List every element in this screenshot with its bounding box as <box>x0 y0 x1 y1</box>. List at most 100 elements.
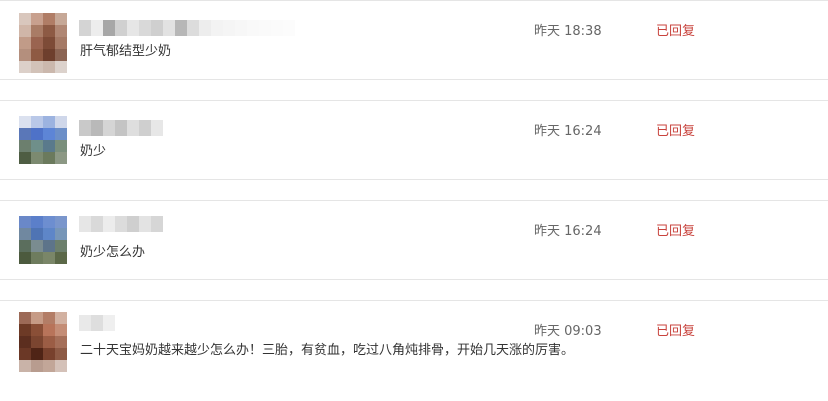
avatar-pixel <box>31 312 43 324</box>
avatar-pixel <box>31 324 43 336</box>
reply-status[interactable]: 已回复 <box>656 220 695 239</box>
blur-block <box>259 20 271 36</box>
avatar-pixel <box>55 25 67 37</box>
message-list: 肝气郁结型少奶 昨天 18:38 已回复 奶少 昨天 16:24 已回复 奶少怎… <box>0 0 828 401</box>
avatar-pixel <box>55 336 67 348</box>
avatar-pixel <box>43 13 55 25</box>
avatar-pixel <box>55 252 67 264</box>
blur-block <box>79 315 91 331</box>
avatar-pixel <box>43 140 55 152</box>
blur-block <box>151 20 163 36</box>
avatar-pixel <box>19 252 31 264</box>
avatar-pixel <box>43 152 55 164</box>
blur-block <box>91 120 103 136</box>
avatar-pixel <box>43 348 55 360</box>
blur-block <box>79 216 91 232</box>
blur-block <box>91 20 103 36</box>
blur-block <box>103 315 115 331</box>
avatar-pixel <box>55 240 67 252</box>
avatar-pixel <box>19 128 31 140</box>
message-row[interactable]: 肝气郁结型少奶 昨天 18:38 已回复 <box>0 0 828 80</box>
blur-block <box>163 20 175 36</box>
avatar-pixel <box>19 49 31 61</box>
avatar-pixel <box>43 116 55 128</box>
blurred-username <box>79 120 163 136</box>
avatar-pixel <box>19 37 31 49</box>
message-time: 昨天 18:38 <box>534 24 602 39</box>
avatar-pixel <box>43 360 55 372</box>
avatar-pixel <box>43 228 55 240</box>
avatar-pixel <box>55 140 67 152</box>
avatar-pixel <box>43 324 55 336</box>
avatar-pixel <box>55 360 67 372</box>
blur-block <box>103 20 115 36</box>
avatar-pixel <box>19 360 31 372</box>
avatar-pixel <box>31 336 43 348</box>
avatar-pixel <box>31 228 43 240</box>
avatar-pixel <box>55 152 67 164</box>
blur-block <box>139 20 151 36</box>
user-avatar[interactable] <box>19 13 67 73</box>
message-time: 昨天 16:24 <box>534 124 602 139</box>
message-row[interactable]: 二十天宝妈奶越来越少怎么办！三胎，有贫血，吃过八角炖排骨，开始几天涨的厉害。 昨… <box>0 300 828 401</box>
avatar-pixel <box>19 140 31 152</box>
avatar-pixel <box>43 240 55 252</box>
avatar-pixel <box>31 61 43 73</box>
avatar-pixel <box>19 240 31 252</box>
message-time: 昨天 09:03 <box>534 324 602 339</box>
reply-status[interactable]: 已回复 <box>656 320 695 339</box>
avatar-pixel <box>19 13 31 25</box>
message-text: 奶少怎么办 <box>80 245 146 260</box>
message-row[interactable]: 奶少怎么办 昨天 16:24 已回复 <box>0 200 828 280</box>
avatar-pixel <box>43 61 55 73</box>
blur-block <box>115 216 127 232</box>
avatar-pixel <box>31 128 43 140</box>
avatar-pixel <box>43 312 55 324</box>
reply-status[interactable]: 已回复 <box>656 120 695 139</box>
message-time: 昨天 16:24 <box>534 224 602 239</box>
avatar-pixel <box>19 324 31 336</box>
blurred-username <box>79 216 163 232</box>
user-avatar[interactable] <box>19 312 67 372</box>
avatar-pixel <box>19 348 31 360</box>
reply-status[interactable]: 已回复 <box>656 20 695 39</box>
blur-block <box>283 20 295 36</box>
blur-block <box>247 20 259 36</box>
blur-block <box>271 20 283 36</box>
blur-block <box>115 20 127 36</box>
user-avatar[interactable] <box>19 216 67 264</box>
avatar-pixel <box>43 216 55 228</box>
blurred-username <box>79 315 115 331</box>
avatar-pixel <box>19 25 31 37</box>
avatar-pixel <box>55 49 67 61</box>
avatar-pixel <box>31 116 43 128</box>
avatar-pixel <box>31 140 43 152</box>
blur-block <box>235 20 247 36</box>
blur-block <box>223 20 235 36</box>
blur-block <box>151 216 163 232</box>
blur-block <box>127 120 139 136</box>
message-text: 肝气郁结型少奶 <box>80 44 172 59</box>
blur-block <box>187 20 199 36</box>
avatar-pixel <box>31 13 43 25</box>
message-row[interactable]: 奶少 昨天 16:24 已回复 <box>0 100 828 180</box>
avatar-pixel <box>31 360 43 372</box>
avatar-pixel <box>19 216 31 228</box>
avatar-pixel <box>19 228 31 240</box>
user-avatar[interactable] <box>19 116 67 170</box>
avatar-pixel <box>55 37 67 49</box>
avatar-pixel <box>55 348 67 360</box>
avatar-pixel <box>19 116 31 128</box>
blurred-username <box>79 20 295 36</box>
avatar-pixel <box>55 61 67 73</box>
avatar-pixel <box>31 252 43 264</box>
avatar-pixel <box>19 312 31 324</box>
avatar-pixel <box>43 49 55 61</box>
blur-block <box>103 120 115 136</box>
avatar-pixel <box>55 128 67 140</box>
avatar-pixel <box>19 61 31 73</box>
blur-block <box>79 120 91 136</box>
message-text: 二十天宝妈奶越来越少怎么办！三胎，有贫血，吃过八角炖排骨，开始几天涨的厉害。 <box>80 343 575 358</box>
avatar-pixel <box>31 216 43 228</box>
avatar-pixel <box>31 25 43 37</box>
